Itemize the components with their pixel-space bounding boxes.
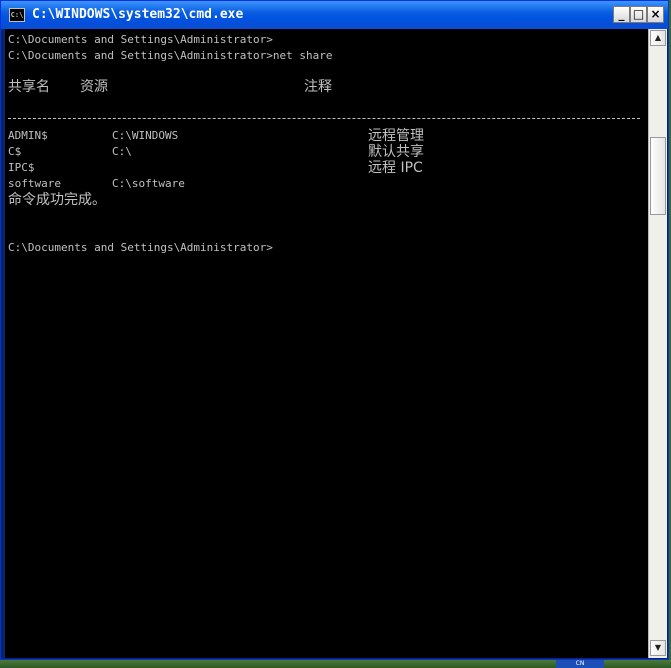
row-resource: C:\ — [112, 145, 132, 158]
header-remark: 注释 — [304, 79, 332, 95]
title-bar[interactable]: C:\ C:\WINDOWS\system32\cmd.exe _ □ × — [1, 1, 668, 29]
row-name: ADMIN$ — [8, 129, 48, 142]
cmd-app-icon[interactable]: C:\ — [9, 8, 25, 22]
console-line-command: C:\Documents and Settings\Administrator>… — [8, 49, 333, 62]
maximize-button[interactable]: □ — [630, 6, 647, 23]
row-name: IPC$ — [8, 161, 35, 174]
arrow-up-icon[interactable]: ▲ — [650, 30, 666, 46]
vertical-scrollbar[interactable]: ▲ ▼ — [648, 29, 667, 658]
cmd-window: C:\ C:\WINDOWS\system32\cmd.exe _ □ × C:… — [0, 0, 669, 660]
row-resource: C:\WINDOWS — [112, 129, 179, 142]
console-output[interactable]: C:\Documents and Settings\Administrator>… — [5, 29, 648, 658]
arrow-down-icon[interactable]: ▼ — [650, 640, 666, 656]
row-resource: C:\software — [112, 177, 185, 190]
scrollbar-thumb[interactable] — [650, 137, 666, 215]
row-remark: 远程 IPC — [368, 160, 423, 176]
header-resource: 资源 — [80, 79, 108, 95]
row-name: C$ — [8, 145, 22, 158]
console-line-prompt-1: C:\Documents and Settings\Administrator> — [8, 33, 273, 46]
window-title: C:\WINDOWS\system32\cmd.exe — [32, 7, 244, 22]
row-remark: 远程管理 — [368, 128, 424, 144]
console-prompt[interactable]: C:\Documents and Settings\Administrator> — [8, 240, 273, 256]
status-message: 命令成功完成。 — [8, 192, 106, 208]
row-name: software — [8, 177, 61, 190]
row-remark: 默认共享 — [368, 144, 424, 160]
close-button[interactable]: × — [647, 6, 664, 23]
table-separator — [8, 118, 640, 119]
header-share-name: 共享名 — [8, 79, 50, 95]
minimize-button[interactable]: _ — [613, 6, 630, 23]
language-indicator[interactable]: CN — [556, 660, 604, 668]
